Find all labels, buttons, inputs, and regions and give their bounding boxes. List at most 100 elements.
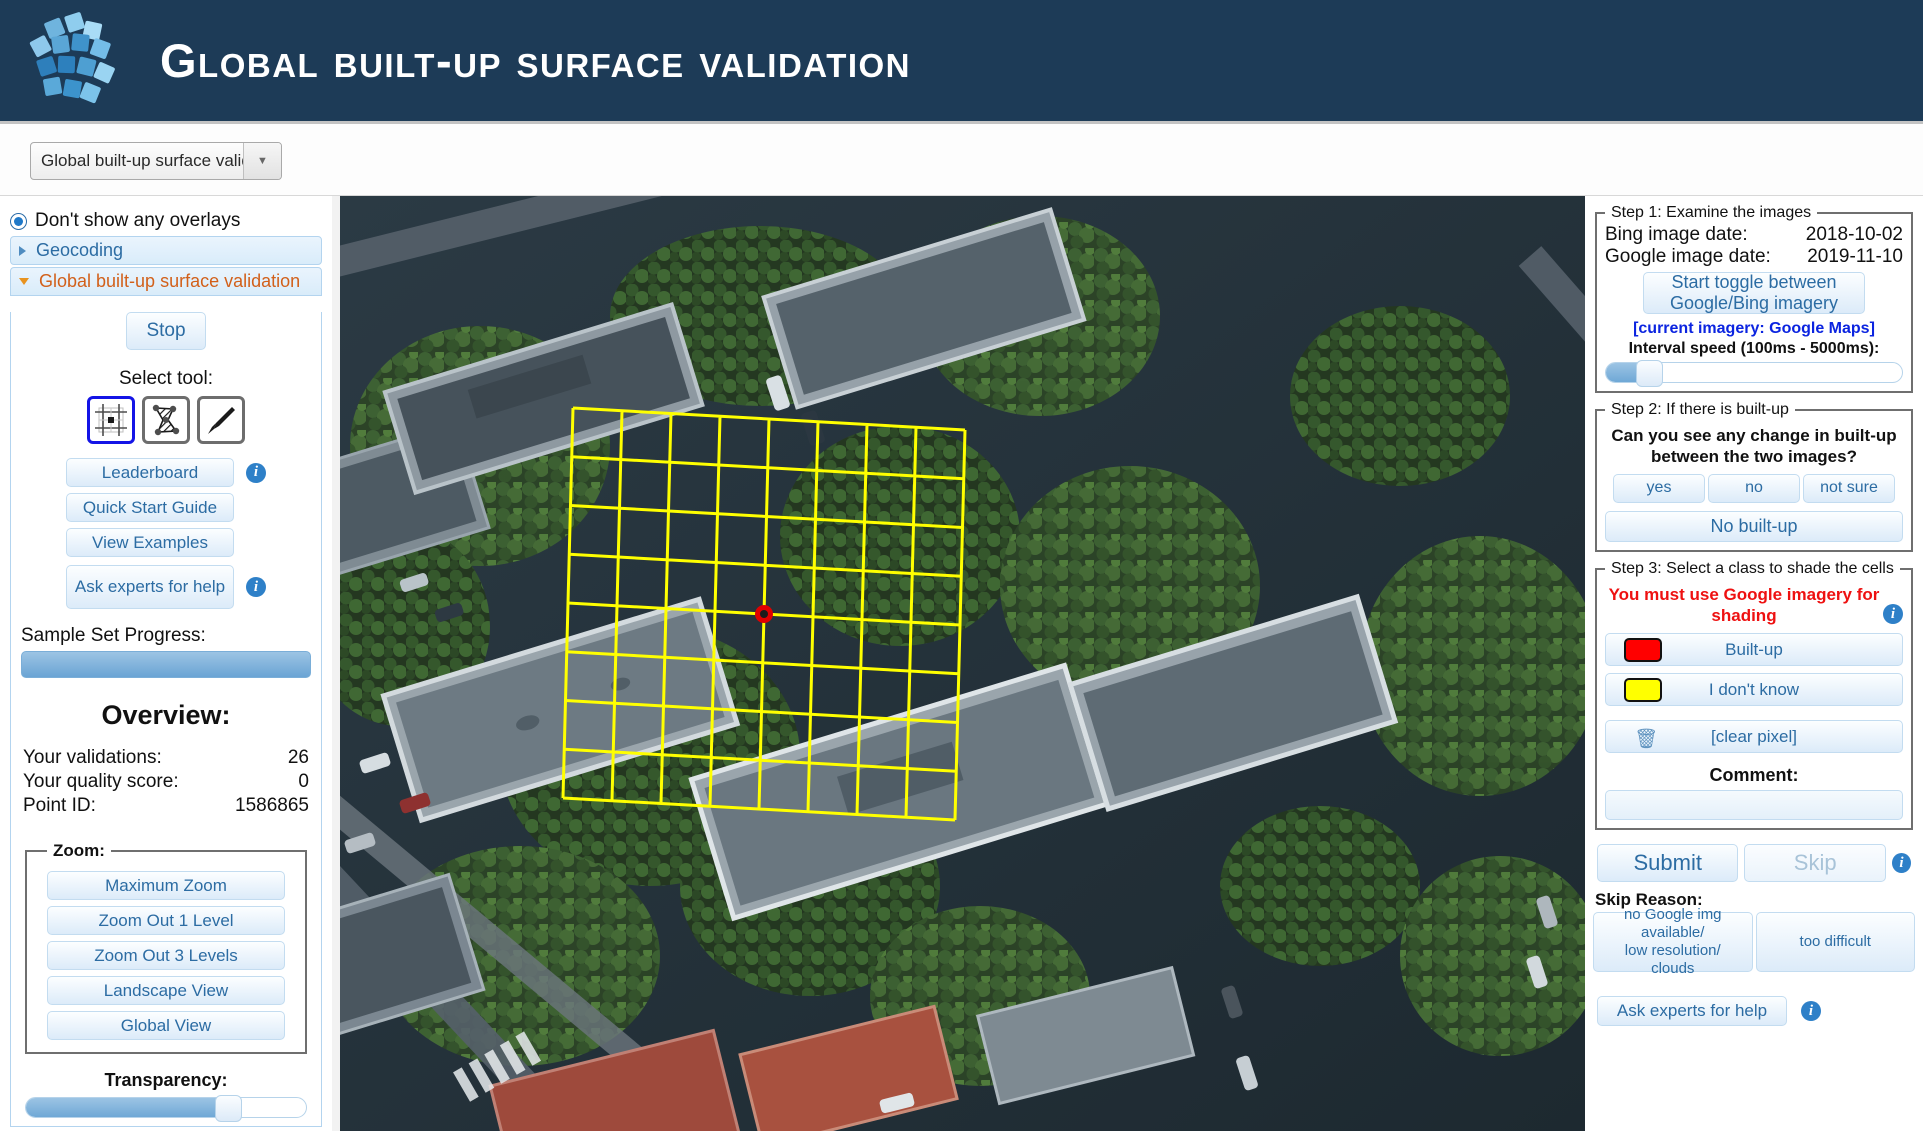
toggle-imagery-line2: Google/Bing imagery xyxy=(1669,293,1839,313)
step2-legend: Step 2: If there is built-up xyxy=(1611,401,1789,418)
view-examples-button[interactable]: View Examples xyxy=(66,528,234,557)
interval-speed-label: Interval speed (100ms - 5000ms): xyxy=(1628,340,1880,357)
skip-reason-line4: clouds xyxy=(1651,960,1695,977)
bing-image-date-row: Bing image date: 2018-10-02 xyxy=(1605,224,1903,246)
stat-point-id: Point ID: 1586865 xyxy=(23,795,309,817)
stat-quality: Your quality score: 0 xyxy=(23,771,309,793)
right-panel: Step 1: Examine the images Bing image da… xyxy=(1585,196,1923,1131)
maximum-zoom-button[interactable]: Maximum Zoom xyxy=(47,871,285,900)
info-icon[interactable]: i xyxy=(1891,853,1912,873)
transparency-slider-knob[interactable] xyxy=(214,1095,242,1122)
paintbrush-tool-icon[interactable] xyxy=(197,396,245,444)
step2-question-line2: between the two images? xyxy=(1651,447,1857,467)
transparency-slider-fill xyxy=(26,1098,228,1117)
validation-grid-overlay[interactable] xyxy=(340,196,1585,1131)
ask-experts-button[interactable]: Ask experts for help xyxy=(1597,996,1787,1026)
stat-point-id-label: Point ID: xyxy=(23,795,96,816)
accordion-validation[interactable]: Global built-up surface validation xyxy=(10,267,322,296)
submit-skip-row: Submit Skip i xyxy=(1593,844,1915,882)
chevron-down-icon[interactable]: ▼ xyxy=(243,143,281,179)
comment-input[interactable] xyxy=(1605,790,1903,820)
bing-image-date-value: 2018-10-02 xyxy=(1805,224,1903,245)
validation-panel: Stop Select tool: Leaderboard i Quick St… xyxy=(10,312,322,1127)
google-image-date-row: Google image date: 2019-11-10 xyxy=(1605,246,1903,268)
polygon-hatch-tool-icon[interactable] xyxy=(142,396,190,444)
top-toolbar: Global built-up surface validation ▼ ⌂ H… xyxy=(0,124,1923,310)
landscape-view-button[interactable]: Landscape View xyxy=(47,976,285,1005)
triangle-right-icon xyxy=(19,245,26,256)
leaderboard-button[interactable]: Leaderboard xyxy=(66,458,234,487)
project-select[interactable]: Global built-up surface validation ▼ xyxy=(30,142,282,180)
accordion-validation-label: Global built-up surface validation xyxy=(39,271,301,291)
overlay-radio-option[interactable]: Don't show any overlays xyxy=(10,210,332,232)
zoom-out-3-button[interactable]: Zoom Out 3 Levels xyxy=(47,941,285,970)
triangle-down-icon xyxy=(19,278,29,285)
page-title: Global built-up surface validation xyxy=(160,34,912,87)
step2-question-line1: Can you see any change in built-up xyxy=(1611,426,1897,445)
bing-image-date-label: Bing image date: xyxy=(1605,224,1748,245)
left-sidebar: Don't show any overlays Geocoding Global… xyxy=(0,196,332,1131)
global-view-button[interactable]: Global View xyxy=(47,1011,285,1040)
info-icon[interactable]: i xyxy=(1883,604,1903,624)
toggle-imagery-line1: Start toggle between xyxy=(1671,272,1837,293)
accordion-geocoding-label: Geocoding xyxy=(36,240,124,260)
step3-warning: You must use Google imagery for shading xyxy=(1605,584,1883,627)
step3-legend: Step 3: Select a class to shade the cell… xyxy=(1611,559,1894,577)
zoom-legend: Zoom: xyxy=(53,841,105,860)
radio-selected-icon[interactable] xyxy=(10,212,27,230)
app-header: Global built-up surface validation xyxy=(0,0,1923,124)
ask-experts-sidebar-button[interactable]: Ask experts for help xyxy=(66,565,234,609)
quick-start-guide-button[interactable]: Quick Start Guide xyxy=(66,493,234,522)
center-point-marker-icon xyxy=(755,605,773,623)
stat-validations-label: Your validations: xyxy=(23,747,162,768)
clear-pixel-button[interactable]: 🗑 [clear pixel] xyxy=(1605,720,1903,753)
stop-button[interactable]: Stop xyxy=(126,312,206,350)
sample-set-progress-bar xyxy=(21,651,311,678)
sidebar-map-divider xyxy=(332,196,340,1131)
satellite-map-view[interactable] xyxy=(340,196,1585,1131)
ask-experts-row: Ask experts for help i xyxy=(1593,996,1915,1026)
step2-panel: Step 2: If there is built-up Can you see… xyxy=(1595,401,1913,552)
zoom-out-1-button[interactable]: Zoom Out 1 Level xyxy=(47,906,285,935)
class-builtup-label: Built-up xyxy=(1725,639,1783,659)
overview-title: Overview: xyxy=(101,700,231,730)
current-imagery-status: [current imagery: Google Maps] xyxy=(1633,320,1875,337)
info-icon[interactable]: i xyxy=(246,462,266,483)
stat-quality-label: Your quality score: xyxy=(23,771,179,792)
step2-options: yes no not sure xyxy=(1605,473,1903,503)
skip-reason-line3: low resolution/ xyxy=(1624,942,1721,959)
step1-panel: Step 1: Examine the images Bing image da… xyxy=(1595,204,1913,393)
accordion-geocoding[interactable]: Geocoding xyxy=(10,236,322,265)
step1-legend: Step 1: Examine the images xyxy=(1611,204,1812,221)
google-image-date-label: Google image date: xyxy=(1605,246,1771,267)
step3-warning-line1: You must use Google imagery for xyxy=(1608,584,1880,604)
stat-point-id-value: 1586865 xyxy=(235,795,309,816)
info-icon[interactable]: i xyxy=(1801,1001,1821,1021)
tool-selector xyxy=(11,396,321,444)
class-dont-know-label: I don't know xyxy=(1708,679,1800,699)
interval-speed-slider[interactable] xyxy=(1605,360,1903,387)
class-builtup-button[interactable]: Built-up xyxy=(1605,633,1903,666)
skip-reason-no-google-img-button[interactable]: no Google img available/ low resolution/… xyxy=(1593,906,1753,977)
class-dont-know-button[interactable]: I don't know xyxy=(1605,673,1903,706)
answer-no-button[interactable]: no xyxy=(1708,473,1800,503)
sample-set-progress-label: Sample Set Progress: xyxy=(21,625,206,646)
dont-know-color-swatch xyxy=(1624,678,1662,702)
grid-cell-tool-icon[interactable] xyxy=(87,396,135,444)
skip-reason-too-difficult-button[interactable]: too difficult xyxy=(1755,912,1915,972)
answer-not-sure-button[interactable]: not sure xyxy=(1803,473,1895,503)
answer-yes-button[interactable]: yes xyxy=(1613,473,1705,503)
step3-panel: Step 3: Select a class to shade the cell… xyxy=(1595,559,1913,830)
step2-question: Can you see any change in built-up betwe… xyxy=(1605,425,1903,468)
transparency-label: Transparency: xyxy=(104,1070,228,1090)
no-builtup-button[interactable]: No built-up xyxy=(1605,510,1903,542)
step3-warning-line2: shading xyxy=(1711,605,1777,625)
trash-icon: 🗑 xyxy=(1634,729,1659,750)
toggle-imagery-button[interactable]: Start toggle between Google/Bing imagery xyxy=(1643,272,1865,314)
interval-speed-slider-knob[interactable] xyxy=(1635,360,1663,387)
transparency-slider[interactable] xyxy=(25,1095,307,1122)
skip-button[interactable]: Skip xyxy=(1744,844,1886,882)
submit-button[interactable]: Submit xyxy=(1597,844,1739,882)
skip-reason-line2: available/ xyxy=(1641,924,1705,941)
info-icon[interactable]: i xyxy=(246,577,266,597)
